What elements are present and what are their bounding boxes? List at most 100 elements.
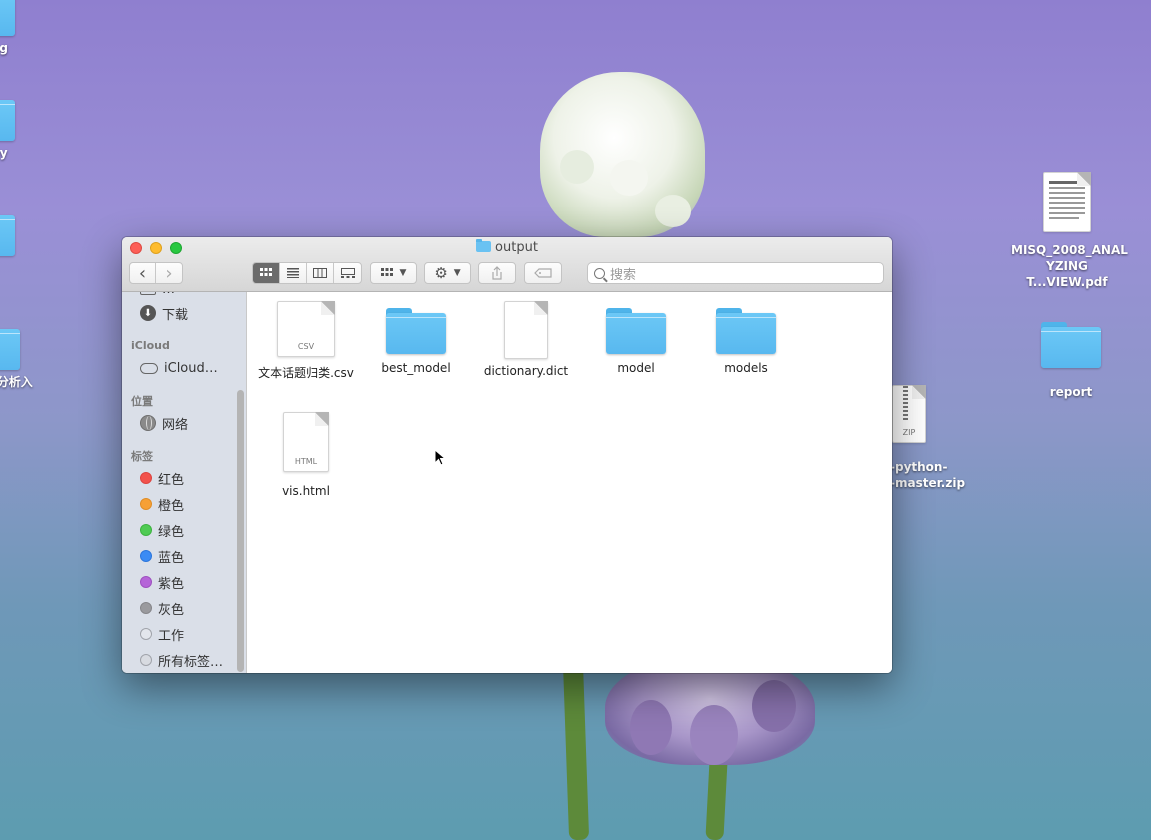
all-tags-icon: [140, 654, 152, 666]
group-by-button[interactable]: ▼: [370, 262, 417, 284]
back-button[interactable]: ‹: [130, 263, 156, 284]
wallpaper-stem: [562, 659, 590, 840]
sidebar-scrollbar[interactable]: [237, 390, 244, 672]
sidebar-tag-orange[interactable]: 橙色: [140, 494, 184, 514]
list-view-button[interactable]: [280, 263, 307, 283]
wallpaper-blossom: [655, 195, 691, 227]
nav-buttons: ‹ ›: [129, 262, 183, 284]
desktop-folder-reading[interactable]: eading: [0, 0, 40, 56]
folder-icon: [0, 95, 15, 141]
sidebar-tag-red[interactable]: 红色: [140, 468, 184, 488]
search-field[interactable]: 搜索: [587, 262, 884, 284]
sidebar-item-label: iCloud…: [164, 360, 218, 376]
html-tag: HTML: [294, 457, 318, 466]
file-item-model[interactable]: model: [581, 301, 691, 375]
desktop-item-label: MISQ_2008_ANAL YZING T...VIEW.pdf: [1011, 243, 1128, 289]
share-icon: [492, 266, 502, 280]
wallpaper-blossom: [630, 700, 672, 755]
desktop-item-label: eading: [0, 41, 9, 55]
zip-tag: ZIP: [902, 428, 916, 437]
folder-icon: [0, 210, 15, 256]
csv-tag: CSV: [297, 342, 315, 351]
sidebar-all-tags[interactable]: 所有标签…: [140, 650, 223, 670]
folder-icon: [0, 0, 15, 36]
sidebar-tag-purple[interactable]: 紫色: [140, 572, 184, 592]
sidebar-item-icloud-drive[interactable]: iCloud…: [140, 358, 218, 378]
finder-window: output ‹ › ▼ ⚙ ▼ 搜索 ⬇ 下载 iCloud iCloud… …: [122, 237, 892, 673]
file-item-dictionary[interactable]: dictionary.dict: [471, 301, 581, 378]
sidebar-item-partial[interactable]: …: [140, 292, 175, 299]
folder-icon: [606, 308, 666, 354]
window-title: output: [122, 239, 892, 256]
desktop-item-label: report: [1049, 385, 1093, 399]
file-item-best-model[interactable]: best_model: [361, 301, 471, 375]
file-name: best_model: [381, 361, 451, 375]
sidebar-item-label: 下载: [162, 307, 189, 323]
desktop-folder-report[interactable]: report: [1016, 322, 1126, 400]
view-mode-switcher: [252, 262, 362, 284]
green-tag-icon: [140, 524, 152, 536]
gray-tag-icon: [140, 602, 152, 614]
window-titlebar[interactable]: output ‹ › ▼ ⚙ ▼ 搜索: [122, 237, 892, 292]
mouse-cursor-icon: [434, 449, 446, 466]
desktop-folder-data-analysis[interactable]: n 数据分析入 门: [0, 324, 70, 406]
sidebar-tag-blue[interactable]: 蓝色: [140, 546, 184, 566]
file-name: 文本话题归类.csv: [258, 366, 354, 380]
desktop-item-label: n 数据分析入 门: [0, 375, 33, 389]
sidebar-item-label: 工作: [158, 628, 185, 644]
forward-button[interactable]: ›: [156, 263, 182, 284]
action-menu-button[interactable]: ⚙ ▼: [424, 262, 471, 284]
sidebar: … ⬇ 下载 iCloud iCloud… 位置 网络 标签 红色 橙色 绿色: [122, 292, 247, 673]
icon-view-button[interactable]: [253, 263, 280, 283]
sidebar-item-label: 蓝色: [158, 550, 185, 566]
sidebar-item-label: …: [162, 292, 175, 297]
folder-icon: [0, 324, 20, 370]
gear-icon: ⚙: [434, 264, 448, 282]
purple-tag-icon: [140, 576, 152, 588]
columns-icon: [313, 268, 327, 278]
sidebar-tag-green[interactable]: 绿色: [140, 520, 184, 540]
csv-document-icon: CSV: [277, 301, 335, 357]
file-browser: CSV 文本话题归类.csv best_model dictionary.dic…: [247, 292, 892, 673]
gallery-icon: [340, 268, 355, 278]
sidebar-tag-gray[interactable]: 灰色: [140, 598, 184, 618]
file-item-vis-html[interactable]: HTML vis.html: [251, 412, 361, 498]
desktop-file-misq-pdf[interactable]: MISQ_2008_ANAL YZING T...VIEW.pdf: [1011, 172, 1128, 290]
wallpaper-blossom: [752, 680, 796, 732]
file-name: models: [724, 361, 768, 375]
document-icon: [504, 301, 548, 359]
gallery-view-button[interactable]: [334, 263, 361, 283]
desktop-item-label: 视频: [0, 260, 40, 276]
share-button[interactable]: [478, 262, 516, 284]
chevron-down-icon: ▼: [453, 268, 461, 278]
desktop-folder-academy[interactable]: ademy: [0, 95, 40, 161]
sidebar-item-network[interactable]: 网络: [140, 413, 188, 433]
sidebar-item-downloads[interactable]: ⬇ 下载: [140, 303, 188, 323]
wallpaper-blossom: [690, 705, 738, 765]
window-title-text: output: [495, 240, 538, 255]
folder-icon: [476, 239, 492, 252]
sidebar-section-icloud: iCloud: [131, 339, 170, 352]
sidebar-item-label: 灰色: [158, 602, 185, 618]
folder-icon: [716, 308, 776, 354]
zip-archive-icon: ZIP: [892, 385, 926, 443]
sidebar-item-label: 紫色: [158, 576, 185, 592]
edit-tags-button[interactable]: [524, 262, 562, 284]
sidebar-item-label: 网络: [162, 417, 189, 433]
file-item-models[interactable]: models: [691, 301, 801, 375]
desktop-folder-video[interactable]: 视频: [0, 210, 40, 276]
folder-icon: [1041, 322, 1101, 368]
orange-tag-icon: [140, 498, 152, 510]
file-name: dictionary.dict: [483, 364, 569, 378]
list-icon: [287, 268, 299, 278]
sidebar-item-label: 橙色: [158, 498, 185, 514]
sidebar-tag-work[interactable]: 工作: [140, 624, 184, 644]
file-item-csv[interactable]: CSV 文本话题归类.csv: [251, 301, 361, 381]
column-view-button[interactable]: [307, 263, 334, 283]
sidebar-item-label: 红色: [158, 472, 185, 488]
chevron-down-icon: ▼: [399, 268, 407, 278]
grid-icon: [260, 268, 272, 276]
search-placeholder: 搜索: [610, 267, 637, 283]
html-document-icon: HTML: [283, 412, 329, 472]
grid-icon: [380, 268, 393, 276]
